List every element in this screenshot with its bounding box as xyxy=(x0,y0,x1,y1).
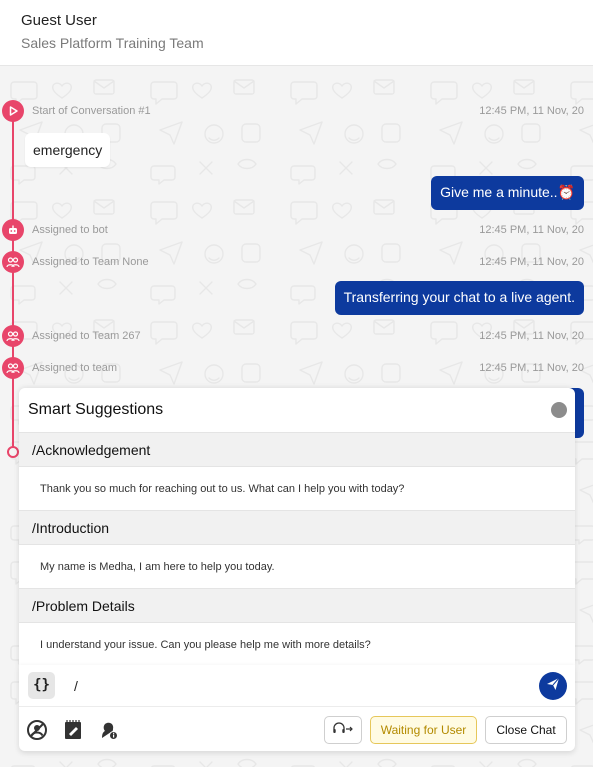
timeline-end-marker xyxy=(7,446,19,458)
notes-button[interactable] xyxy=(62,719,84,746)
assigned-team-marker xyxy=(2,357,24,379)
message-composer: {} Waiting for User Close Chat xyxy=(19,665,575,751)
team-icon xyxy=(6,362,20,374)
event-time-team-none: 12:45 PM, 11 Nov, 20 xyxy=(479,256,584,268)
assigned-bot-marker xyxy=(2,219,24,241)
team-name: Sales Platform Training Team xyxy=(21,35,204,51)
event-label-bot: Assigned to bot xyxy=(32,224,108,236)
suggestion-text[interactable]: Thank you so much for reaching out to us… xyxy=(40,483,404,495)
notepad-icon xyxy=(63,719,83,746)
suggestion-command[interactable]: /Problem Details xyxy=(19,588,575,623)
smart-suggestions-panel: Smart Suggestions /Acknowledgement Thank… xyxy=(19,388,575,665)
message-bubble-outgoing: Give me a minute..⏰ xyxy=(431,176,584,210)
variables-button[interactable]: {} xyxy=(28,672,55,699)
event-label-team-267: Assigned to Team 267 xyxy=(32,330,141,342)
user-info-icon xyxy=(98,719,120,746)
agent-status-icon xyxy=(26,719,48,746)
waiting-for-user-button[interactable]: Waiting for User xyxy=(370,716,477,744)
event-time-team: 12:45 PM, 11 Nov, 20 xyxy=(479,362,584,374)
suggestion-text[interactable]: My name is Medha, I am here to help you … xyxy=(40,561,275,573)
team-icon xyxy=(6,330,20,342)
close-icon[interactable] xyxy=(551,402,567,418)
assigned-team-267-marker xyxy=(2,325,24,347)
send-icon xyxy=(546,677,560,696)
message-bubble-outgoing: Transferring your chat to a live agent. xyxy=(334,281,584,315)
agent-status-button[interactable] xyxy=(26,719,48,746)
message-input[interactable] xyxy=(71,673,531,699)
message-bubble-incoming: emergency xyxy=(25,133,111,167)
conversation-start-marker xyxy=(2,100,24,122)
suggestion-command[interactable]: /Introduction xyxy=(19,510,575,545)
headset-transfer-icon xyxy=(332,721,354,740)
send-button[interactable] xyxy=(539,672,567,700)
chat-header: Guest User Sales Platform Training Team xyxy=(0,0,593,66)
event-label-start: Start of Conversation #1 xyxy=(32,105,151,117)
customer-info-button[interactable] xyxy=(98,721,120,743)
timeline-line xyxy=(12,110,14,452)
event-time-start: 12:45 PM, 11 Nov, 20 xyxy=(479,105,584,117)
assigned-team-none-marker xyxy=(2,251,24,273)
transfer-chat-button[interactable] xyxy=(324,716,362,744)
bot-icon xyxy=(7,224,19,236)
suggestion-command[interactable]: /Acknowledgement xyxy=(19,432,575,467)
panel-title: Smart Suggestions xyxy=(28,401,164,418)
close-chat-button[interactable]: Close Chat xyxy=(485,716,567,744)
play-icon xyxy=(7,105,19,117)
team-icon xyxy=(6,256,20,268)
event-label-team-none: Assigned to Team None xyxy=(32,256,149,268)
event-time-bot: 12:45 PM, 11 Nov, 20 xyxy=(479,224,584,236)
event-time-team-267: 12:45 PM, 11 Nov, 20 xyxy=(479,330,584,342)
event-label-team: Assigned to team xyxy=(32,362,117,374)
suggestion-text[interactable]: I understand your issue. Can you please … xyxy=(40,639,371,651)
composer-divider xyxy=(19,706,575,707)
user-name: Guest User xyxy=(21,12,97,29)
